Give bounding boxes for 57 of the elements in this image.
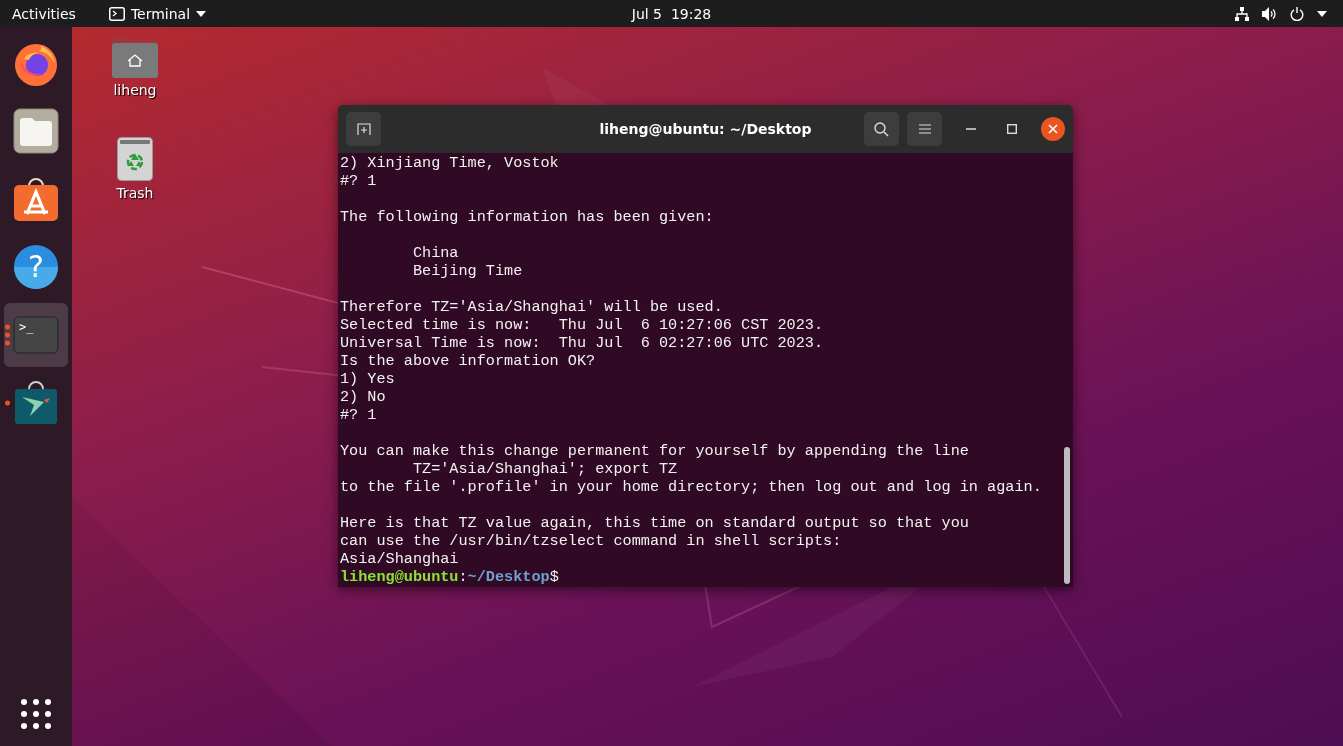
shell-prompt: liheng@ubuntu:~/Desktop$ <box>340 568 559 586</box>
terminal-line: 1) Yes <box>340 370 395 388</box>
terminal-line: 2) Xinjiang Time, Vostok <box>340 154 559 172</box>
terminal-line: You can make this change permanent for yourself by appending the line <box>340 442 969 460</box>
trash-icon <box>117 137 153 181</box>
search-icon <box>874 121 889 137</box>
window-title: liheng@ubuntu: ~/Desktop <box>599 121 812 137</box>
dock-item[interactable]: >_ <box>4 303 68 367</box>
help-icon: ? <box>13 244 59 290</box>
maximize-icon <box>1007 124 1017 134</box>
power-icon[interactable] <box>1290 6 1304 21</box>
terminal-line: 2) No <box>340 388 386 406</box>
new-tab-button[interactable] <box>346 112 381 146</box>
folder-icon <box>13 108 59 154</box>
bird-bag-icon <box>14 381 58 425</box>
terminal-line: Universal Time is now: Thu Jul 6 02:27:06 UTC 2023. <box>340 334 824 352</box>
caret-icon[interactable] <box>1317 10 1327 17</box>
volume-icon[interactable] <box>1262 6 1277 21</box>
minimize-icon <box>966 128 976 130</box>
close-button[interactable] <box>1041 117 1065 141</box>
menu-icon <box>918 124 931 134</box>
terminal-line: Beijing Time <box>411 262 523 280</box>
shortcut-label: liheng <box>113 82 157 98</box>
network-icon[interactable] <box>1235 6 1249 21</box>
running-indicator <box>5 400 10 406</box>
terminal-line: China <box>411 244 459 262</box>
menu-button[interactable] <box>907 112 942 146</box>
home-folder-icon <box>112 36 158 78</box>
terminal-line: Asia/Shanghai <box>340 550 459 568</box>
scrollbar[interactable] <box>1064 447 1070 584</box>
terminal-line: Selected time is now: Thu Jul 6 10:27:06 CST 2023. <box>340 316 824 334</box>
new-tab-icon <box>356 123 371 135</box>
close-icon <box>1048 124 1058 134</box>
terminal-line: Here is that TZ value again, this time on standard output so that you <box>340 514 969 532</box>
shopping-bag-icon <box>13 176 59 222</box>
caret-icon <box>196 10 207 17</box>
activities-button[interactable]: Activities <box>12 5 76 22</box>
terminal-line: to the file '.profile' in your home directory; then log out and log in again. <box>340 478 1042 496</box>
desktop-shortcut[interactable]: Trash <box>90 137 180 201</box>
dock-item[interactable]: ? <box>4 235 68 299</box>
terminal-line: TZ='Asia/Shanghai'; export TZ <box>411 460 678 478</box>
app-grid-icon <box>20 698 52 730</box>
shortcut-label: Trash <box>116 185 154 201</box>
desktop-shortcut[interactable]: liheng <box>90 36 180 98</box>
running-indicator <box>5 324 10 346</box>
terminal-icon <box>108 6 125 21</box>
app-menu[interactable]: Terminal <box>108 5 207 22</box>
terminal-line: Therefore TZ='Asia/Shanghai' will be used. <box>340 298 723 316</box>
clock[interactable]: Jul 5 19:28 <box>631 5 712 22</box>
terminal-line: can use the /usr/bin/tzselect command in shell scripts: <box>340 532 842 550</box>
terminal-line: #? 1 <box>340 406 377 424</box>
terminal-icon: >_ <box>13 316 59 354</box>
terminal-line: The following information has been given: <box>340 208 714 226</box>
terminal-line: Is the above information OK? <box>340 352 596 370</box>
search-button[interactable] <box>864 112 899 146</box>
show-applications-button[interactable] <box>20 698 52 730</box>
terminal-line: #? 1 <box>340 172 377 190</box>
